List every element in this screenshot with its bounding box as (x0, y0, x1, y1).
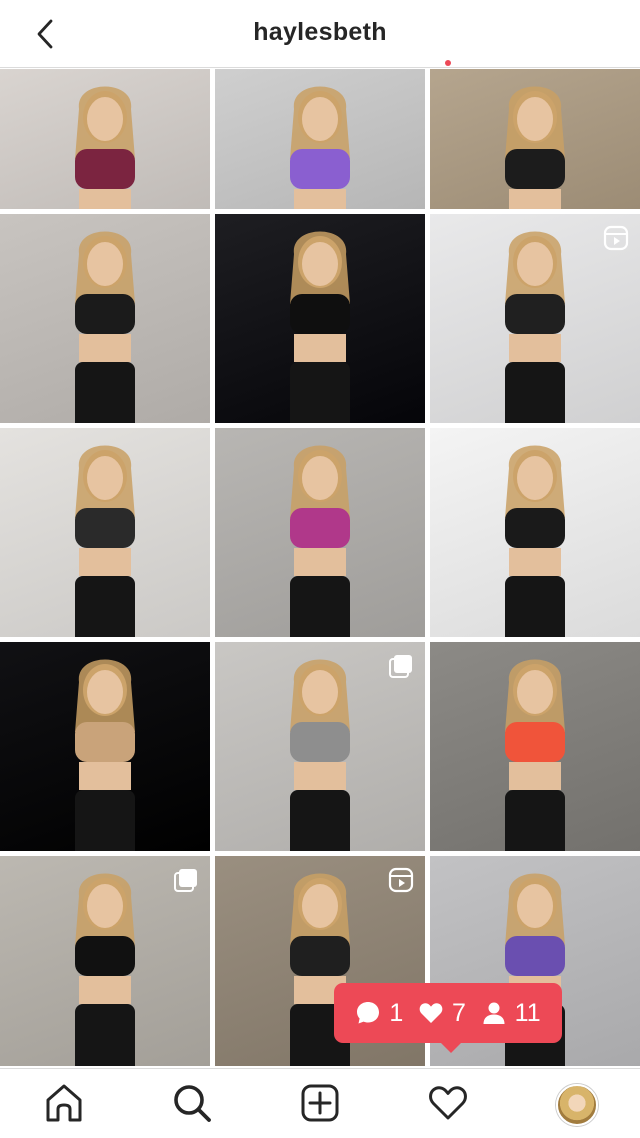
photo-grid (0, 69, 640, 1067)
post-dumbbell-raise-night[interactable] (0, 642, 210, 851)
photo-figure (75, 86, 135, 209)
new-post-icon (301, 1084, 339, 1122)
search-icon (174, 1085, 211, 1122)
post-team-sweat-duo[interactable] (430, 428, 640, 637)
post-laughing-under-armour[interactable] (0, 214, 210, 423)
post-orange-bra-selfie[interactable] (430, 642, 640, 851)
photo-figure (290, 445, 350, 637)
post-femme-sweatshirt[interactable] (215, 642, 425, 851)
profile-avatar[interactable] (556, 1084, 598, 1126)
comments-count: 1 (355, 999, 403, 1028)
post-dumbbells-wall-bars[interactable] (430, 69, 640, 209)
heart-icon (419, 1003, 443, 1023)
nav-home[interactable] (42, 1081, 86, 1125)
nav-search[interactable] (170, 1081, 214, 1125)
profile-username-title: haylesbeth (253, 18, 387, 46)
follows-count: 11 (481, 999, 541, 1028)
nav-new-post[interactable] (298, 1081, 342, 1125)
post-mirror-selfie-maroon[interactable] (0, 69, 210, 209)
photo-figure (290, 231, 350, 423)
post-magenta-jacket-stretch[interactable] (215, 428, 425, 637)
post-purple-sports-bra[interactable] (215, 69, 425, 209)
photo-figure (505, 659, 565, 851)
post-running-street[interactable] (0, 856, 210, 1066)
post-black-hoodie-selfie[interactable] (0, 428, 210, 637)
activity-popup[interactable]: 1 7 11 (334, 983, 562, 1053)
activity-notification-dot (445, 60, 451, 66)
nav-activity[interactable] (426, 1081, 470, 1125)
home-icon (46, 1084, 82, 1122)
photo-figure (505, 445, 565, 637)
follows-count-value: 11 (514, 998, 541, 1027)
photo-figure (75, 659, 135, 851)
comment-icon (357, 1002, 380, 1024)
person-icon (483, 1002, 505, 1024)
carousel-icon (174, 869, 197, 892)
post-dumbbell-curl-dark[interactable] (215, 214, 425, 423)
reel-icon (603, 225, 629, 251)
activity-heart-icon (429, 1086, 467, 1120)
bottom-navigation (0, 1068, 640, 1138)
photo-figure (290, 86, 350, 209)
reel-icon (388, 867, 414, 893)
top-bar: haylesbeth (0, 0, 640, 68)
carousel-icon (389, 655, 412, 678)
comments-count-value: 1 (389, 998, 404, 1027)
photo-figure (75, 231, 135, 423)
photo-figure (75, 445, 135, 637)
post-bent-over-row[interactable] (430, 214, 640, 423)
likes-count: 7 (418, 999, 466, 1028)
photo-figure (505, 86, 565, 209)
likes-count-value: 7 (452, 998, 466, 1027)
